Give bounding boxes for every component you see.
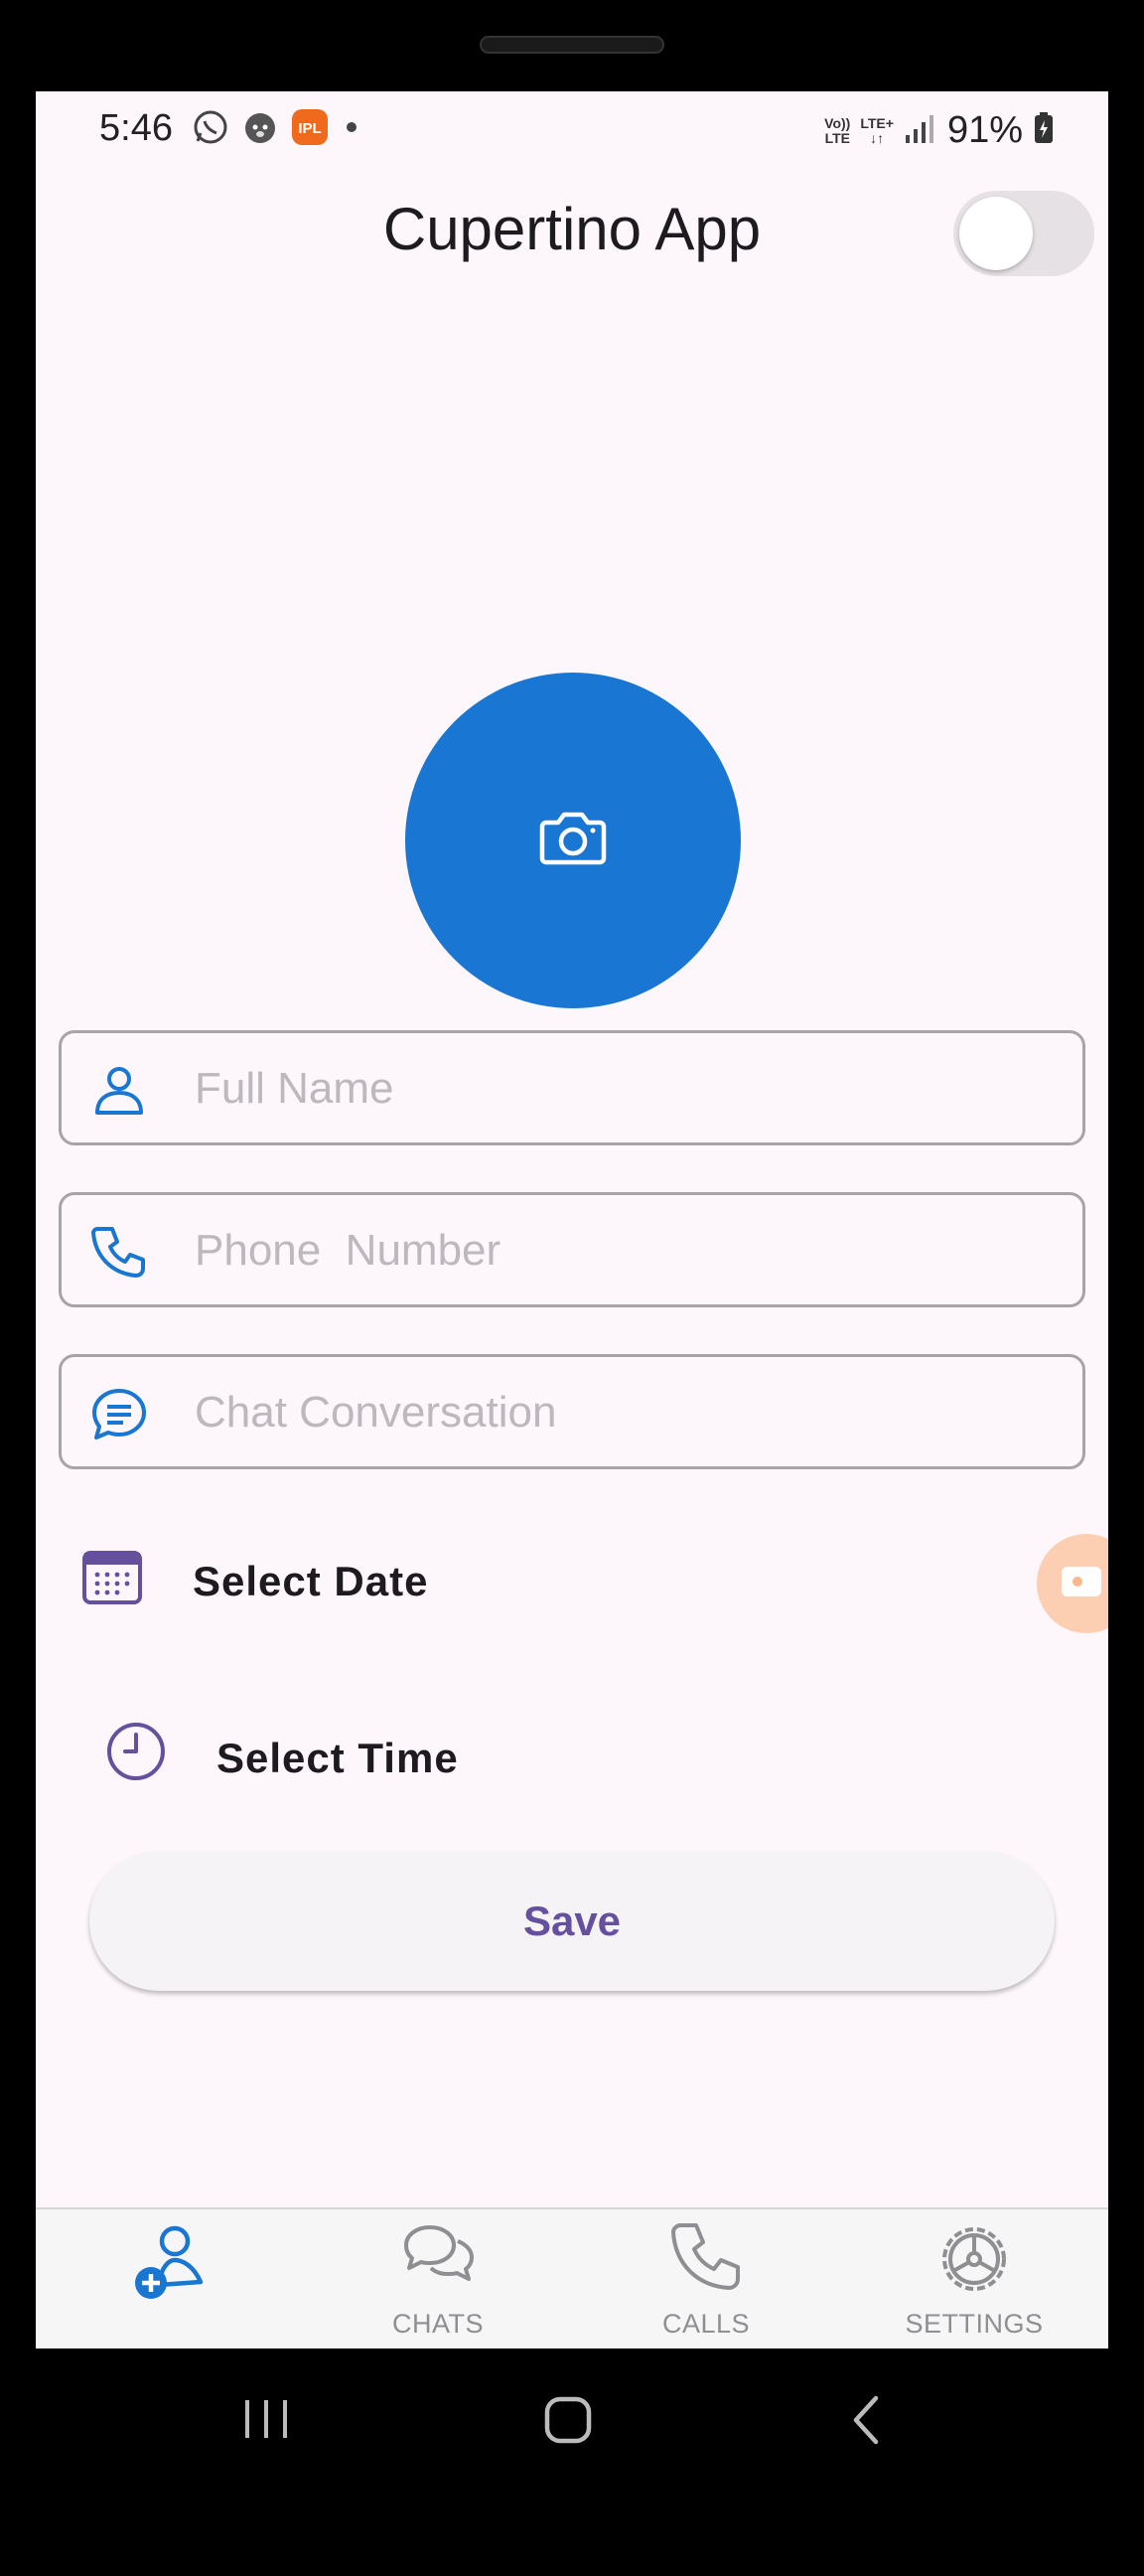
home-icon[interactable] bbox=[540, 2392, 596, 2453]
clock-icon bbox=[105, 1721, 167, 1787]
full-name-field bbox=[59, 1030, 1085, 1145]
recent-apps-icon[interactable] bbox=[238, 2394, 294, 2449]
volte-text: Vo)) bbox=[824, 114, 851, 131]
battery-percent: 91% bbox=[946, 109, 1023, 151]
floating-recorder-bubble[interactable] bbox=[1037, 1534, 1108, 1633]
dog-app-icon bbox=[240, 107, 280, 152]
whatsapp-icon bbox=[191, 107, 230, 152]
tab-calls[interactable]: CALLS bbox=[572, 2209, 840, 2349]
calls-icon bbox=[671, 2223, 740, 2290]
svg-text:IPL: IPL bbox=[298, 120, 321, 137]
profile-photo-button[interactable] bbox=[405, 673, 741, 1008]
select-date-row[interactable]: Select Date bbox=[81, 1542, 876, 1621]
phone-number-field bbox=[59, 1192, 1085, 1307]
system-navigation-bar bbox=[0, 2349, 1144, 2517]
phone-number-input[interactable] bbox=[193, 1195, 1051, 1306]
calendar-icon bbox=[81, 1548, 143, 1610]
tab-calls-label: CALLS bbox=[661, 2309, 751, 2339]
chat-conversation-input[interactable] bbox=[193, 1357, 1051, 1468]
settings-icon bbox=[942, 2227, 1006, 2291]
tab-add-contact[interactable] bbox=[36, 2209, 304, 2349]
full-name-input[interactable] bbox=[193, 1033, 1051, 1144]
tab-settings[interactable]: SETTINGS bbox=[840, 2209, 1108, 2349]
signal-icon bbox=[904, 111, 937, 150]
chat-conversation-field bbox=[59, 1354, 1085, 1469]
status-time: 5:46 bbox=[99, 107, 173, 149]
data-arrows-icon: ↓↑ bbox=[870, 129, 885, 146]
notification-icons: IPL bbox=[191, 107, 363, 152]
lte-text: LTE bbox=[824, 129, 850, 146]
bottom-tab-bar: CHATS CALLS SETTINGS bbox=[36, 2207, 1108, 2349]
person-icon bbox=[89, 1061, 149, 1121]
battery-charging-icon bbox=[1033, 111, 1055, 150]
camera-icon bbox=[538, 809, 608, 873]
status-bar: 5:46 IPL Vo)) LTE LTE+ ↓↑ 91% bbox=[36, 91, 1108, 163]
select-time-label: Select Time bbox=[216, 1735, 459, 1781]
app-screen: 5:46 IPL Vo)) LTE LTE+ ↓↑ 91% Cupertino … bbox=[36, 91, 1108, 2349]
chat-bubble-icon bbox=[89, 1385, 149, 1444]
ipl-app-icon: IPL bbox=[290, 107, 330, 152]
back-icon[interactable] bbox=[846, 2392, 886, 2453]
tab-settings-label: SETTINGS bbox=[905, 2309, 1044, 2339]
earpiece-speaker bbox=[480, 36, 664, 54]
lte-plus-indicator: LTE+ ↓↑ bbox=[860, 114, 894, 146]
phone-icon bbox=[89, 1223, 149, 1283]
add-contact-icon bbox=[135, 2225, 204, 2299]
lte-plus-text: LTE+ bbox=[860, 114, 894, 131]
theme-toggle-switch[interactable] bbox=[953, 191, 1094, 276]
more-notifications-dot-icon bbox=[340, 107, 363, 152]
volte-indicator: Vo)) LTE bbox=[824, 114, 851, 146]
phone-frame: 5:46 IPL Vo)) LTE LTE+ ↓↑ 91% Cupertino … bbox=[0, 0, 1144, 2576]
chats-icon bbox=[404, 2225, 474, 2281]
tab-chats-label: CHATS bbox=[391, 2309, 484, 2339]
toggle-knob bbox=[959, 197, 1033, 270]
page-title: Cupertino App bbox=[382, 196, 762, 262]
save-button[interactable]: Save bbox=[89, 1852, 1055, 1991]
tab-chats[interactable]: CHATS bbox=[304, 2209, 572, 2349]
video-camera-icon bbox=[1060, 1565, 1105, 1603]
select-time-row[interactable]: Select Time bbox=[105, 1717, 900, 1796]
select-date-label: Select Date bbox=[193, 1558, 429, 1604]
system-status-icons: Vo)) LTE LTE+ ↓↑ 91% bbox=[824, 109, 1055, 152]
